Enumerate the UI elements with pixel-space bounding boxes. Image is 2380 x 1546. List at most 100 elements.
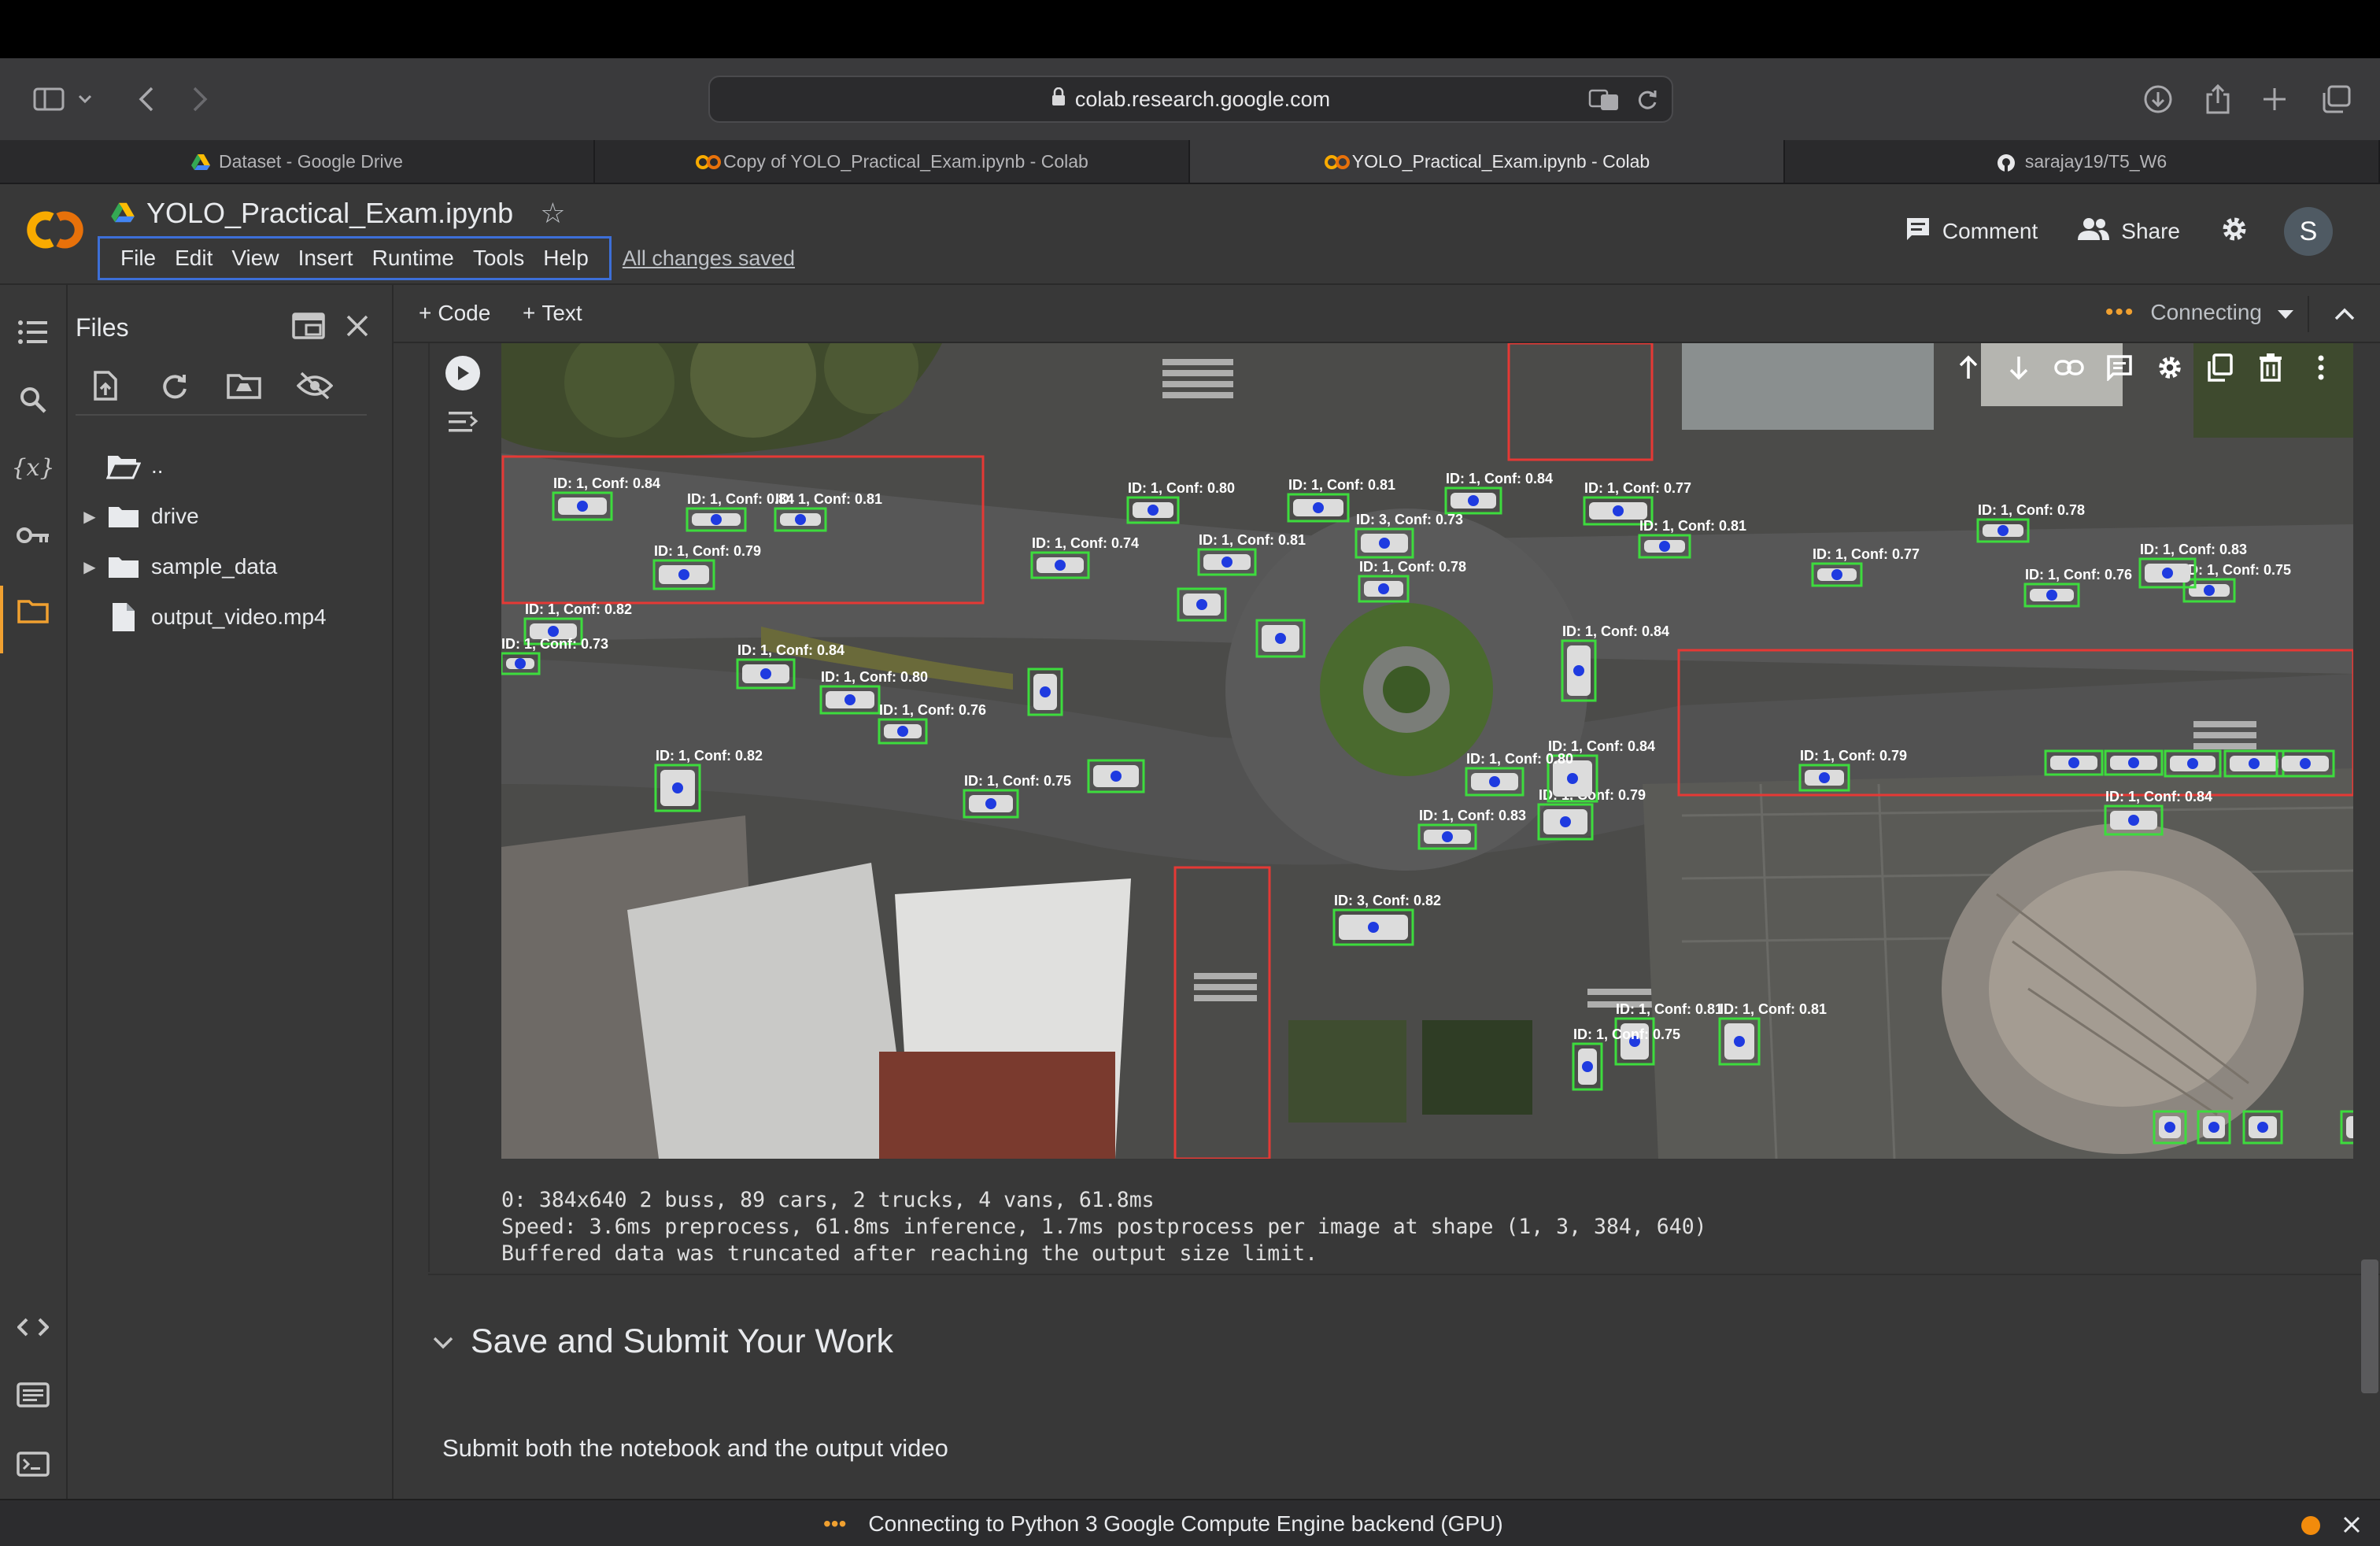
table-of-contents-icon[interactable] [14, 313, 52, 351]
move-down-icon[interactable] [2001, 350, 2037, 386]
new-tab-icon[interactable] [2252, 77, 2297, 121]
gear-icon[interactable] [2152, 350, 2188, 386]
settings-button[interactable] [2219, 214, 2249, 250]
mount-drive-icon[interactable] [225, 367, 263, 405]
tree-item-sample-data[interactable]: ▶ sample_data [68, 545, 277, 589]
tab-label: Copy of YOLO_Practical_Exam.ipynb - Cola… [723, 150, 1088, 172]
translate-icon[interactable] [1588, 88, 1620, 117]
chevron-down-icon[interactable] [71, 77, 99, 121]
tab-colab-active[interactable]: YOLO_Practical_Exam.ipynb - Colab [1190, 140, 1785, 183]
cell-stdout: 0: 384x640 2 buss, 89 cars, 2 trucks, 4 … [501, 1187, 1707, 1267]
share-button[interactable]: Share [2077, 217, 2180, 246]
more-vert-icon[interactable] [2303, 350, 2339, 386]
key-icon[interactable] [14, 516, 52, 554]
chevron-down-icon[interactable] [2278, 300, 2293, 325]
browser-toolbar: colab.research.google.com [0, 58, 2380, 140]
detection-label: ID: 1, Conf: 0.84 [553, 475, 660, 491]
refresh-icon[interactable] [156, 367, 194, 405]
detection-label: ID: 1, Conf: 0.81 [1288, 477, 1395, 493]
detection-label: ID: 1, Conf: 0.80 [821, 669, 928, 685]
menu-tools[interactable]: Tools [464, 246, 534, 271]
back-icon[interactable] [124, 77, 168, 121]
tab-label: sarajay19/T5_W6 [2024, 150, 2168, 172]
menu-runtime[interactable]: Runtime [363, 246, 464, 271]
output-options-icon[interactable] [445, 406, 480, 438]
google-drive-icon [110, 202, 137, 225]
detection-label: ID: 1, Conf: 0.79 [654, 543, 761, 559]
tree-item-label: sample_data [151, 554, 278, 579]
save-status-link[interactable]: All changes saved [623, 246, 795, 271]
detection-box [1255, 619, 1306, 658]
star-icon[interactable]: ☆ [540, 197, 565, 230]
search-icon[interactable] [14, 381, 52, 419]
sidebar-toggle-icon[interactable] [27, 77, 71, 121]
caret-right-icon[interactable]: ▶ [74, 557, 105, 577]
folder-icon[interactable] [14, 592, 52, 630]
connecting-dots-icon: ••• [823, 1511, 847, 1536]
files-panel: Files .. ▶ drive ▶ sample_data output_vi… [68, 285, 394, 1499]
tree-item-output-video[interactable]: output_video.mp4 [68, 595, 327, 639]
github-icon [1997, 153, 2016, 172]
move-up-icon[interactable] [1950, 350, 1986, 386]
avatar[interactable]: S [2284, 207, 2333, 256]
open-in-tab-icon[interactable] [290, 307, 327, 345]
add-code-button[interactable]: + Code [419, 301, 490, 326]
comment-icon[interactable] [2101, 350, 2138, 386]
terminal-icon[interactable] [14, 1445, 52, 1483]
runtime-status[interactable]: ••• Connecting [2105, 299, 2293, 326]
code-snippets-icon[interactable] [14, 1308, 52, 1346]
detection-label: ID: 1, Conf: 0.74 [1032, 535, 1139, 551]
play-icon [458, 366, 469, 380]
caret-right-icon[interactable]: ▶ [74, 507, 105, 527]
run-cell-button[interactable] [445, 356, 480, 390]
tree-item-drive[interactable]: ▶ drive [68, 494, 198, 538]
variables-icon[interactable]: {x} [11, 449, 54, 486]
chevron-down-icon[interactable] [433, 1329, 453, 1356]
url-bar[interactable]: colab.research.google.com [708, 76, 1673, 123]
mirror-cell-icon[interactable] [2202, 350, 2238, 386]
detection-label: ID: 1, Conf: 0.84 [1446, 471, 1553, 486]
detection-label: ID: 1, Conf: 0.75 [1573, 1026, 1680, 1042]
detection-output-image: ID: 1, Conf: 0.84 ID: 1, Conf: 0.84 ID: 1,… [501, 343, 2353, 1159]
reload-icon[interactable] [1635, 88, 1659, 117]
menu-file[interactable]: File [111, 246, 165, 271]
hide-files-icon[interactable] [296, 367, 334, 405]
add-text-button[interactable]: + Text [523, 301, 582, 326]
detection-label: ID: 1, Conf: 0.73 [501, 636, 608, 652]
download-icon[interactable] [2136, 77, 2180, 121]
command-palette-icon[interactable] [14, 1376, 52, 1414]
tab-colab-copy[interactable]: Copy of YOLO_Practical_Exam.ipynb - Cola… [595, 140, 1190, 183]
share-icon[interactable] [2196, 77, 2240, 121]
stdout-line: Buffered data was truncated after reachi… [501, 1241, 1318, 1266]
tab-google-drive[interactable]: Dataset - Google Drive [0, 140, 595, 183]
detection-label: ID: 1, Conf: 0.77 [1813, 546, 1920, 562]
tab-overview-icon[interactable] [2314, 77, 2358, 121]
chevron-up-icon[interactable] [2326, 296, 2363, 332]
people-icon [2077, 217, 2110, 246]
close-icon[interactable] [2342, 1511, 2361, 1540]
tree-item-parent[interactable]: .. [68, 444, 164, 488]
upload-file-icon[interactable] [87, 367, 124, 405]
forward-icon[interactable] [178, 77, 222, 121]
notebook-title[interactable]: YOLO_Practical_Exam.ipynb [146, 197, 513, 230]
menu-edit[interactable]: Edit [165, 246, 222, 271]
comment-button[interactable]: Comment [1905, 216, 2038, 248]
close-icon[interactable] [338, 307, 376, 345]
section-header[interactable]: Save and Submit Your Work [433, 1322, 893, 1361]
link-icon[interactable] [2051, 350, 2087, 386]
menu-help[interactable]: Help [534, 246, 598, 271]
folder-open-icon [105, 450, 142, 482]
detection-label: ID: 1, Conf: 0.84 [737, 642, 844, 658]
menu-view[interactable]: View [222, 246, 288, 271]
delete-icon[interactable] [2252, 350, 2289, 386]
notebook-title-row: YOLO_Practical_Exam.ipynb ☆ [110, 197, 566, 230]
colab-logo[interactable] [20, 206, 90, 253]
files-title: Files [76, 313, 129, 342]
menu-insert[interactable]: Insert [289, 246, 363, 271]
tab-github[interactable]: sarajay19/T5_W6 [1785, 140, 2380, 183]
colab-icon [695, 153, 722, 169]
plus-icon: + [419, 301, 432, 325]
scrollbar-thumb[interactable] [2361, 1259, 2378, 1393]
status-indicator [2301, 1516, 2320, 1535]
detection-label: ID: 1, Conf: 0.84 [1562, 623, 1669, 639]
